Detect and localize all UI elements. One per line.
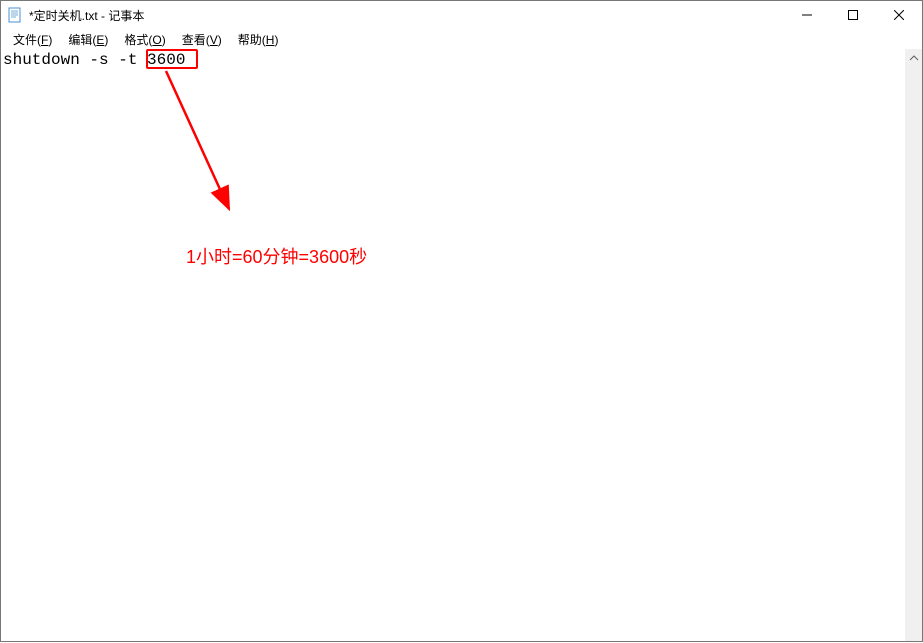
maximize-button[interactable] [830,1,876,29]
minimize-button[interactable] [784,1,830,29]
menu-format[interactable]: 格式(O) [116,30,173,49]
menu-file[interactable]: 文件(F) [5,30,60,49]
editor-content[interactable]: shutdown -s -t 3600 [3,51,185,69]
menu-edit[interactable]: 编辑(E) [60,30,116,49]
close-button[interactable] [876,1,922,29]
menu-help[interactable]: 帮助(H) [230,30,287,49]
window-title: *定时关机.txt - 记事本 [29,7,784,24]
annotation-text: 1小时=60分钟=3600秒 [186,243,367,269]
menubar: 文件(F) 编辑(E) 格式(O) 查看(V) 帮助(H) [1,29,922,49]
titlebar: *定时关机.txt - 记事本 [1,1,922,29]
window-controls [784,1,922,29]
notepad-icon [7,7,23,23]
command-prefix: shutdown -s -t [3,51,147,69]
vertical-scrollbar[interactable] [905,49,922,641]
menu-view[interactable]: 查看(V) [174,30,230,49]
editor-area[interactable]: shutdown -s -t 3600 1小时=60分钟=3600秒 [1,49,922,641]
command-value: 3600 [147,51,185,69]
scroll-up-icon[interactable] [905,49,922,66]
annotation-arrow [1,49,923,643]
